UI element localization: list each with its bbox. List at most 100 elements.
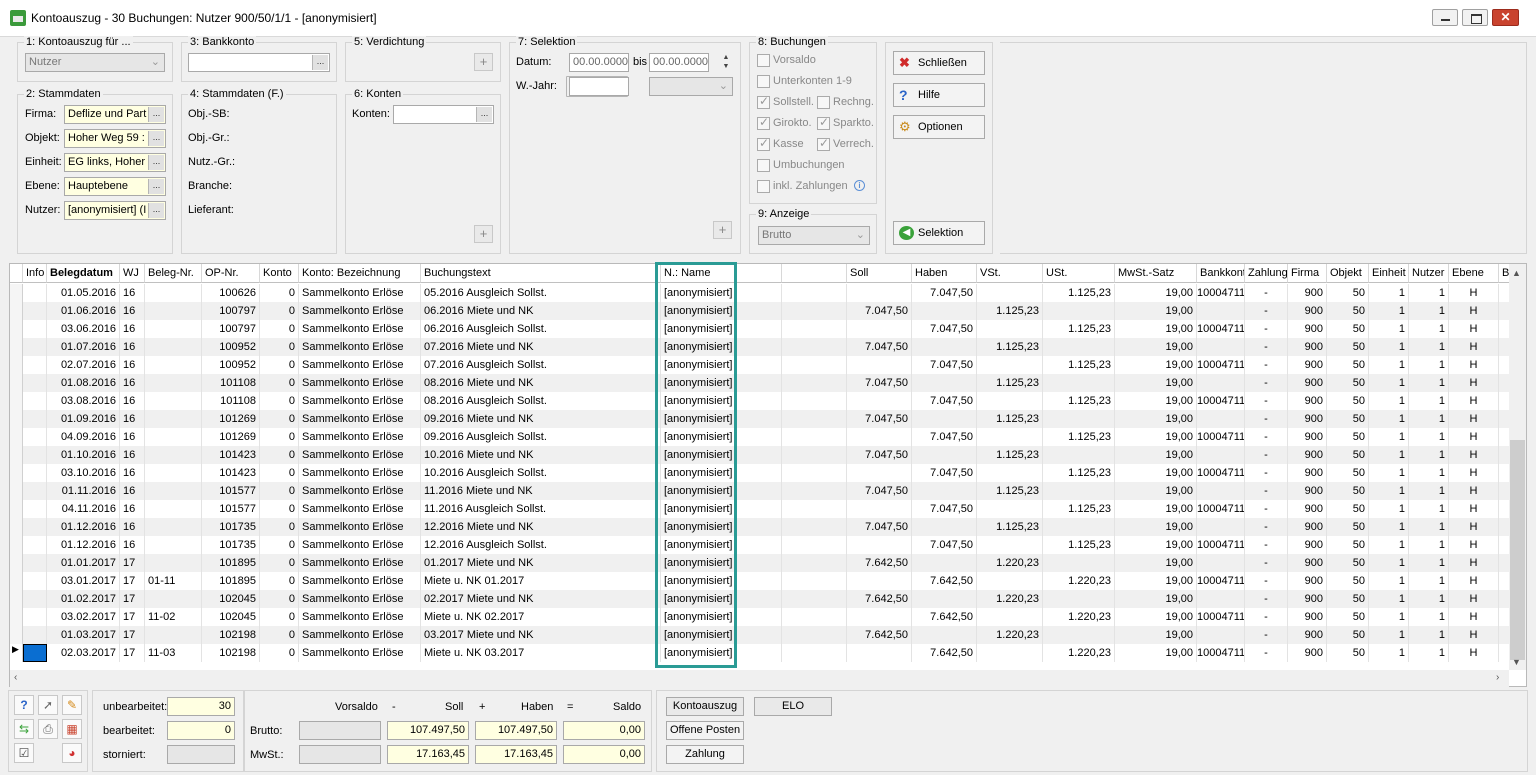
vertical-scrollbar[interactable]: ▲ ▼ bbox=[1509, 264, 1526, 670]
table-row[interactable]: 01.11.2016 16 101577 0 Sammelkonto Erlöse 11.… bbox=[10, 482, 1519, 500]
vertical-scroll-thumb[interactable] bbox=[1510, 440, 1525, 660]
table-row[interactable]: 04.09.2016 16 101269 0 Sammelkonto Erlöse 09.… bbox=[10, 428, 1519, 446]
report-icon[interactable]: ▦ bbox=[62, 719, 82, 739]
row-selector[interactable] bbox=[10, 464, 23, 482]
table-row[interactable]: 03.06.2016 16 100797 0 Sammelkonto Erlöse 06.… bbox=[10, 320, 1519, 338]
pointer-icon[interactable]: ➚ bbox=[38, 695, 58, 715]
column-header-nutzer[interactable]: Nutzer bbox=[1409, 264, 1449, 283]
table-row[interactable]: 01.09.2016 16 101269 0 Sammelkonto Erlöse 09.… bbox=[10, 410, 1519, 428]
column-header-firma[interactable]: Firma bbox=[1288, 264, 1327, 283]
ebene-lookup-button[interactable]: ... bbox=[148, 179, 164, 194]
pencil-icon[interactable]: ✎ bbox=[62, 695, 82, 715]
column-header-belegdatum[interactable]: Belegdatum bbox=[47, 264, 120, 283]
zahlung-button[interactable]: Zahlung bbox=[666, 745, 744, 764]
column-header-op-nr[interactable]: OP-Nr. bbox=[202, 264, 260, 283]
hilfe-button[interactable]: ? Hilfe bbox=[893, 83, 985, 107]
schliessen-button[interactable]: ✖ Schließen bbox=[893, 51, 985, 75]
column-header-konto[interactable]: Konto bbox=[260, 264, 299, 283]
row-selector[interactable] bbox=[10, 338, 23, 356]
objekt-lookup-button[interactable]: ... bbox=[148, 131, 164, 146]
column-header-konto-bezeichnung[interactable]: Konto: Bezeichnung bbox=[299, 264, 421, 283]
row-selector[interactable] bbox=[10, 626, 23, 644]
girokto-checkbox[interactable] bbox=[757, 115, 770, 130]
ebene-field[interactable]: Hauptebene... bbox=[64, 177, 166, 196]
maximize-button[interactable] bbox=[1462, 9, 1488, 26]
table-row[interactable]: 01.02.2017 17 102045 0 Sammelkonto Erlöse 02.… bbox=[10, 590, 1519, 608]
column-header-zahlung[interactable]: Zahlung bbox=[1245, 264, 1288, 283]
inkl-zahlungen-checkbox[interactable] bbox=[757, 180, 770, 193]
table-row[interactable]: 01.06.2016 16 100797 0 Sammelkonto Erlöse 06.… bbox=[10, 302, 1519, 320]
selektion-button[interactable]: ◀ Selektion bbox=[893, 221, 985, 245]
vorsaldo-checkbox[interactable] bbox=[757, 54, 770, 67]
refresh-icon[interactable]: ⇆ bbox=[14, 719, 34, 739]
row-selector[interactable] bbox=[10, 554, 23, 572]
optionen-button[interactable]: ⚙ Optionen bbox=[893, 115, 985, 139]
selektion-add-button[interactable]: + bbox=[713, 221, 732, 239]
anzeige-select[interactable]: Brutto ⌄ bbox=[758, 226, 870, 245]
unterkonten-checkbox[interactable] bbox=[757, 75, 770, 88]
sollstell-checkbox[interactable] bbox=[757, 94, 770, 109]
column-header-mwst-satz[interactable]: MwSt.-Satz bbox=[1115, 264, 1197, 283]
row-selector[interactable] bbox=[10, 482, 23, 500]
column-header-haben[interactable]: Haben bbox=[912, 264, 977, 283]
wjahr-select[interactable]: ⌄ bbox=[649, 77, 733, 96]
row-selector[interactable] bbox=[10, 284, 23, 302]
datum-from-field[interactable]: 00.00.0000 bbox=[569, 53, 629, 72]
konten-lookup-button[interactable]: ... bbox=[476, 107, 492, 122]
close-button[interactable]: ✕ bbox=[1492, 9, 1519, 26]
row-selector[interactable] bbox=[10, 500, 23, 518]
nutzer-field[interactable]: [anonymisiert] (I... bbox=[64, 201, 166, 220]
row-selector[interactable] bbox=[10, 428, 23, 446]
verrech-checkbox[interactable] bbox=[817, 136, 830, 151]
column-header-buchungstext[interactable]: Buchungstext bbox=[421, 264, 661, 283]
kasse-checkbox[interactable] bbox=[757, 136, 770, 151]
column-header-beleg-nr[interactable]: Beleg-Nr. bbox=[145, 264, 202, 283]
chart-icon[interactable]: ◕ bbox=[62, 743, 82, 763]
scroll-down-icon[interactable]: ▼ bbox=[1512, 657, 1521, 667]
bookings-table[interactable]: Info Belegdatum WJ Beleg-Nr. OP-Nr. Konto Kont… bbox=[9, 263, 1527, 687]
row-selector[interactable] bbox=[10, 608, 23, 626]
bankkonto-lookup-button[interactable]: ... bbox=[312, 55, 328, 70]
column-header-ebene[interactable]: Ebene bbox=[1449, 264, 1499, 283]
date-spinner[interactable]: ▲ ▼ bbox=[720, 53, 732, 72]
scroll-up-icon[interactable]: ▲ bbox=[1512, 268, 1521, 278]
table-row[interactable]: 04.11.2016 16 101577 0 Sammelkonto Erlöse 11.… bbox=[10, 500, 1519, 518]
table-row[interactable]: 01.07.2016 16 100952 0 Sammelkonto Erlöse 07.… bbox=[10, 338, 1519, 356]
column-header-einheit[interactable]: Einheit bbox=[1369, 264, 1409, 283]
datum-to-field[interactable]: 00.00.0000 bbox=[649, 53, 709, 72]
row-selector[interactable] bbox=[10, 356, 23, 374]
row-selector[interactable] bbox=[10, 410, 23, 428]
table-row[interactable]: 01.08.2016 16 101108 0 Sammelkonto Erlöse 08.… bbox=[10, 374, 1519, 392]
kontoauszug-button[interactable]: Kontoauszug bbox=[666, 697, 744, 716]
help-icon[interactable]: ? bbox=[14, 695, 34, 715]
row-selector[interactable] bbox=[10, 572, 23, 590]
table-row[interactable]: 01.12.2016 16 101735 0 Sammelkonto Erlöse 12.… bbox=[10, 536, 1519, 554]
column-header-bankkonto[interactable]: Bankkonto bbox=[1197, 264, 1245, 283]
objekt-field[interactable]: Hoher Weg 59 :... bbox=[64, 129, 166, 148]
row-selector[interactable] bbox=[10, 374, 23, 392]
column-header-vst[interactable]: VSt. bbox=[977, 264, 1043, 283]
table-row[interactable]: 01.03.2017 17 102198 0 Sammelkonto Erlöse 03.… bbox=[10, 626, 1519, 644]
scroll-left-icon[interactable]: ‹ bbox=[14, 672, 17, 683]
offene-posten-button[interactable]: Offene Posten bbox=[666, 721, 744, 740]
konten-field[interactable]: ... bbox=[393, 105, 494, 124]
table-row[interactable]: 02.07.2016 16 100952 0 Sammelkonto Erlöse 07.… bbox=[10, 356, 1519, 374]
firma-field[interactable]: Deflize und Part... bbox=[64, 105, 166, 124]
umbuchungen-checkbox[interactable] bbox=[757, 159, 770, 172]
column-header-blank[interactable] bbox=[782, 264, 847, 283]
row-selector[interactable] bbox=[10, 590, 23, 608]
nutzer-lookup-button[interactable]: ... bbox=[148, 203, 164, 218]
scroll-right-icon[interactable]: › bbox=[1496, 672, 1499, 683]
verdichtung-add-button[interactable]: + bbox=[474, 53, 493, 71]
column-header-info[interactable]: Info bbox=[23, 264, 47, 283]
table-row[interactable]: 01.01.2017 17 101895 0 Sammelkonto Erlöse 01.… bbox=[10, 554, 1519, 572]
row-selector[interactable] bbox=[10, 302, 23, 320]
konten-add-button[interactable]: + bbox=[474, 225, 493, 243]
column-header-soll[interactable]: Soll bbox=[847, 264, 912, 283]
elo-button[interactable]: ELO bbox=[754, 697, 832, 716]
firma-lookup-button[interactable]: ... bbox=[148, 107, 164, 122]
table-row[interactable]: 01.12.2016 16 101735 0 Sammelkonto Erlöse 12.… bbox=[10, 518, 1519, 536]
row-selector[interactable] bbox=[10, 392, 23, 410]
row-selector[interactable] bbox=[10, 536, 23, 554]
row-selector[interactable]: ▶ bbox=[10, 644, 23, 662]
